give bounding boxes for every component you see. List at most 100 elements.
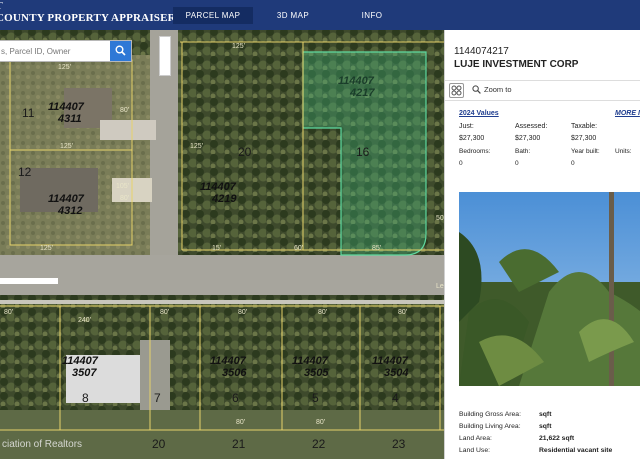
lot-number: 20 — [238, 145, 252, 159]
parcel-number-label: 114407 — [372, 355, 409, 367]
search-input[interactable] — [0, 41, 111, 61]
dimension-label: 80' — [316, 419, 325, 426]
building-gross-area-value: sqft — [539, 411, 552, 418]
just-value: $27,300 — [459, 135, 485, 142]
bedrooms-label: Bedrooms: — [459, 148, 491, 155]
zoom-to-button[interactable]: Zoom to — [472, 85, 512, 94]
dimension-label: 15' — [212, 245, 221, 252]
dimension-label: 125' — [40, 245, 53, 252]
brand-line-2: COUNTY PROPERTY APPRAISER — [0, 12, 176, 24]
just-label: Just: — [459, 123, 474, 130]
top-bar: T COUNTY PROPERTY APPRAISER PARCEL MAP 3… — [0, 0, 640, 30]
building-living-area-value: sqft — [539, 423, 552, 430]
year-built-label: Year built: — [571, 148, 600, 155]
dimension-label: 60' — [294, 245, 303, 252]
search-icon — [115, 45, 126, 56]
land-area-label: Land Area: — [459, 435, 492, 442]
building-living-area-label: Building Living Area: — [459, 423, 521, 430]
bedrooms-value: 0 — [459, 160, 463, 167]
lot-number: 16 — [356, 145, 370, 159]
lot-number: 22 — [312, 437, 326, 451]
parcel-number-label: 4311 — [57, 113, 82, 125]
dimension-label: 80' — [236, 419, 245, 426]
parcel-number-label: 3504 — [384, 367, 408, 379]
parcel-number-label: 114407 — [200, 181, 237, 193]
parcel-number-label: 4312 — [57, 205, 82, 217]
lot-number: 11 — [22, 106, 35, 120]
more-info-link[interactable]: MORE I — [615, 110, 640, 117]
dimension-label: 80' — [4, 309, 13, 316]
year-built-value: 0 — [571, 160, 575, 167]
dimension-label: 85' — [372, 245, 381, 252]
property-photo-image — [459, 192, 640, 386]
dimension-label: 80' — [120, 107, 129, 114]
dimension-label: 80' — [120, 195, 129, 202]
aerial-map-image[interactable]: 1144074311 1144074312 1144074219 1144074… — [0, 30, 444, 459]
lot-number: 4 — [392, 391, 399, 405]
grid-icon — [451, 85, 462, 96]
panel-toolbar: Zoom to — [445, 80, 640, 101]
lot-number: 8 — [82, 391, 89, 405]
lot-number: 23 — [392, 437, 406, 451]
dimension-label: 125' — [190, 143, 203, 150]
owner-name: LUJE INVESTMENT CORP — [454, 59, 579, 70]
dimension-label: 80' — [318, 309, 327, 316]
parcel-number-label: 114407 — [210, 355, 247, 367]
tab-info[interactable]: INFO — [352, 7, 392, 24]
parcel-id: 1144074217 — [454, 46, 509, 57]
tab-parcel-map[interactable]: PARCEL MAP — [173, 7, 253, 24]
road-horizontal — [0, 255, 444, 295]
map-attribution: ciation of Realtors — [2, 439, 83, 450]
zoom-to-label: Zoom to — [484, 85, 512, 94]
dimension-label: 80' — [238, 309, 247, 316]
parcel-map[interactable]: 114407 4311 114407 4312 114407 4219 114407 4… — [0, 30, 444, 459]
map-side-control[interactable] — [159, 36, 171, 76]
layers-button[interactable] — [449, 83, 464, 98]
search-box — [0, 40, 132, 62]
parcel-number-label: 114407 — [48, 101, 85, 113]
parcel-number-label: 114407 — [62, 355, 99, 367]
lot-number: 5 — [312, 391, 319, 405]
lot-number: 20 — [152, 437, 166, 451]
dimension-label: 50' — [436, 215, 444, 222]
values-title[interactable]: 2024 Values — [459, 110, 499, 117]
land-use-label: Land Use: — [459, 447, 490, 454]
zoom-icon — [472, 85, 481, 94]
dimension-label: 125' — [232, 43, 245, 50]
lot-number: 21 — [232, 437, 246, 451]
parcel-number-label: 4219 — [211, 193, 237, 205]
street-label: Le — [436, 283, 444, 290]
parcel-number-label: 3506 — [222, 367, 247, 379]
dimension-label: 125' — [58, 64, 71, 71]
building-gross-area-label: Building Gross Area: — [459, 411, 521, 418]
parcel-number-label: 3505 — [304, 367, 329, 379]
taxable-label: Taxable: — [571, 123, 598, 130]
brand-title[interactable]: T COUNTY PROPERTY APPRAISER — [0, 0, 176, 24]
brand-line-1: T — [0, 0, 176, 12]
land-use-value: Residential vacant site — [539, 447, 613, 454]
assessed-value: $27,300 — [515, 135, 541, 142]
property-photo[interactable] — [459, 192, 640, 386]
lot-number: 12 — [18, 165, 32, 179]
tab-3d-map[interactable]: 3D MAP — [268, 7, 318, 24]
lot-number: 6 — [232, 391, 239, 405]
land-area-value: 21,622 sqft — [539, 435, 575, 442]
parcel-number-label: 3507 — [72, 367, 97, 379]
units-label: Units: — [615, 148, 632, 155]
bath-value: 0 — [515, 160, 519, 167]
lot-number: 7 — [154, 391, 161, 405]
dimension-label: 240' — [78, 317, 91, 324]
bath-label: Bath: — [515, 148, 531, 155]
parcel-number-label: 114407 — [338, 75, 375, 87]
dimension-label: 80' — [160, 309, 169, 316]
search-button[interactable] — [110, 41, 131, 61]
parcel-number-label: 4217 — [349, 87, 375, 99]
parcel-number-label: 114407 — [292, 355, 329, 367]
dimension-label: 80' — [398, 309, 407, 316]
parcel-number-label: 114407 — [48, 193, 85, 205]
parcel-info-panel: 1144074217 LUJE INVESTMENT CORP Zoom to … — [444, 30, 640, 459]
taxable-value: $27,300 — [571, 135, 597, 142]
assessed-label: Assessed: — [515, 123, 548, 130]
dimension-label: 105' — [116, 183, 129, 190]
dimension-label: 125' — [60, 143, 73, 150]
